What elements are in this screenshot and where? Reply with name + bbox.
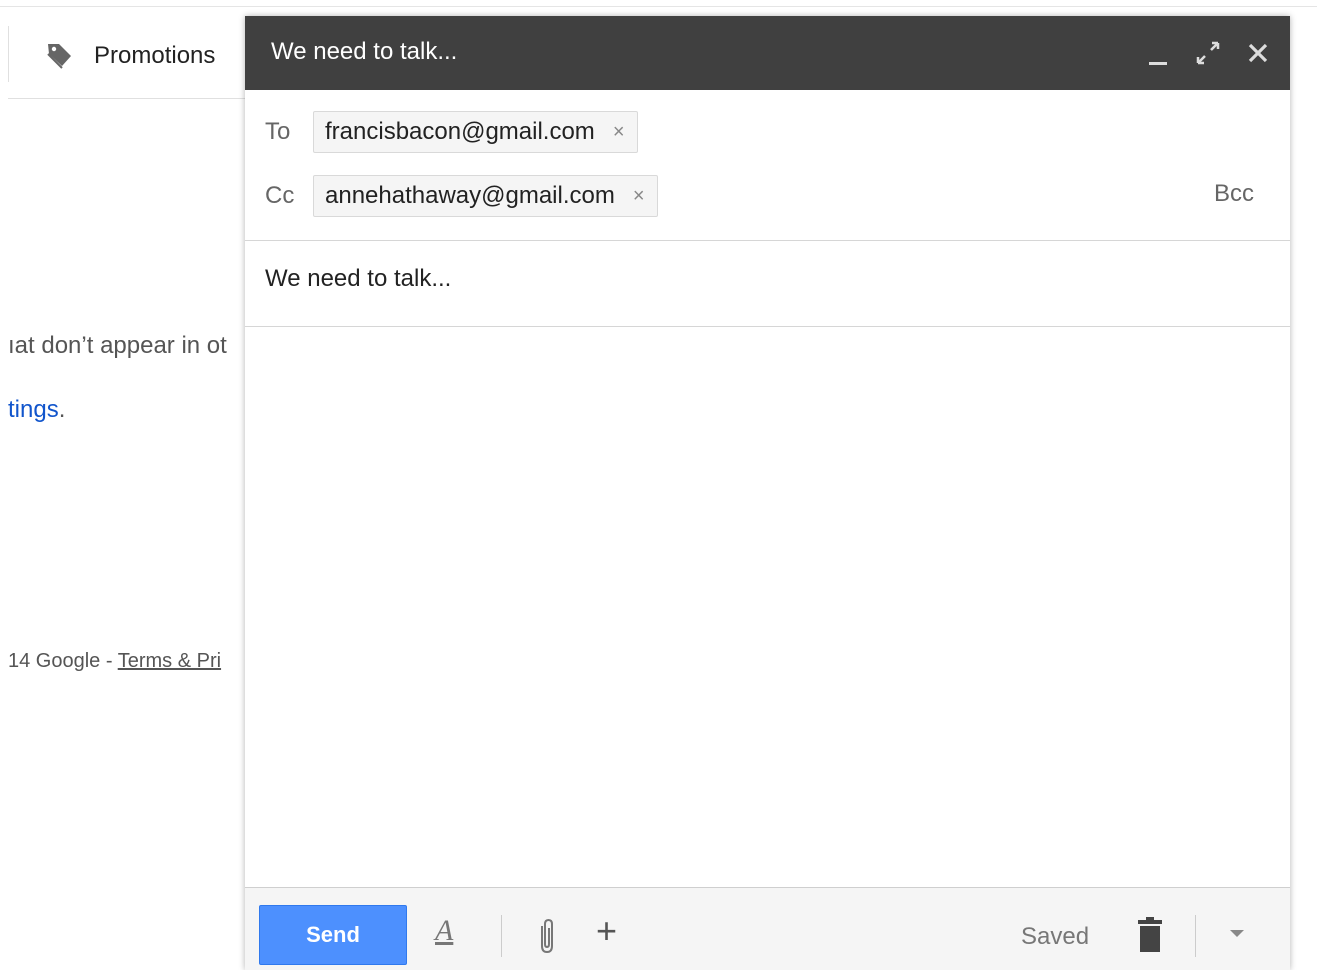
trash-icon[interactable]: [1135, 916, 1165, 954]
bcc-link[interactable]: Bcc: [1214, 180, 1254, 208]
expand-icon[interactable]: [1193, 38, 1223, 68]
recipient-address: annehathaway@gmail.com: [325, 182, 615, 209]
recipient-address: francisbacon@gmail.com: [325, 118, 595, 145]
formatting-icon[interactable]: A: [435, 914, 453, 948]
cc-recipient-chip[interactable]: annehathaway@gmail.com ×: [313, 175, 658, 217]
to-recipient-chip[interactable]: francisbacon@gmail.com ×: [313, 111, 638, 153]
remove-recipient-icon[interactable]: ×: [633, 186, 645, 206]
compose-title: We need to talk...: [271, 38, 458, 65]
cc-label: Cc: [265, 182, 295, 209]
background-message-text: ıat don’t appear in ot: [8, 332, 227, 359]
tag-icon: [44, 42, 74, 70]
settings-link-text[interactable]: tings: [8, 396, 59, 423]
footer-copyright: 14 Google -: [8, 650, 118, 672]
tab-promotions-label: Promotions: [94, 42, 216, 69]
subject-field[interactable]: We need to talk...: [245, 241, 1290, 327]
compose-window: We need to talk... To francisbacon@gmail…: [245, 16, 1290, 970]
plus-icon[interactable]: +: [596, 913, 617, 949]
page-footer: 14 Google - Terms & Pri: [8, 650, 221, 673]
tab-divider: [8, 26, 9, 82]
toolbar-divider: [501, 915, 502, 957]
top-divider: [0, 6, 1317, 7]
message-body[interactable]: [245, 327, 1290, 887]
terms-link[interactable]: Terms & Pri: [118, 650, 221, 672]
send-button[interactable]: Send: [259, 905, 407, 965]
attach-icon[interactable]: [535, 916, 559, 956]
more-options-icon[interactable]: [1230, 930, 1244, 937]
toolbar-divider: [1195, 915, 1196, 957]
settings-link[interactable]: tings.: [8, 396, 65, 424]
subject-value[interactable]: We need to talk...: [265, 265, 451, 293]
remove-recipient-icon[interactable]: ×: [613, 122, 625, 142]
compose-toolbar: Send A + Saved: [245, 887, 1290, 970]
link-suffix: .: [58, 396, 66, 423]
minimize-icon[interactable]: [1143, 38, 1173, 68]
recipients-area[interactable]: To francisbacon@gmail.com × Cc annehatha…: [245, 90, 1290, 241]
close-icon[interactable]: [1243, 38, 1273, 68]
save-status: Saved: [1021, 923, 1090, 950]
to-label: To: [265, 118, 291, 145]
compose-header[interactable]: We need to talk...: [245, 16, 1290, 90]
tab-promotions[interactable]: Promotions: [44, 36, 215, 76]
